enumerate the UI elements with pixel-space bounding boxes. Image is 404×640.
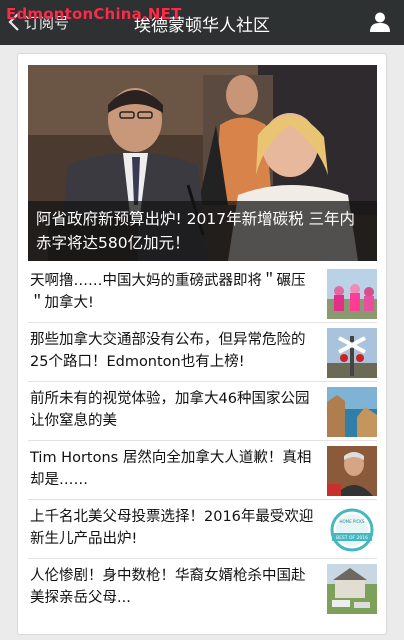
article-card: 阿省政府新预算出炉! 2017年新增碳税 三年内赤字将达580亿加元！ 天啊撸…… <box>17 53 387 635</box>
list-item[interactable]: 那些加拿大交通部没有公布，但异常危险的25个路口！Edmonton也有上榜! <box>28 323 377 382</box>
article-list: 天啊撸……中国大妈的重磅武器即将＂碾压＂加拿大! 那些加拿大交通部没有公布，但异… <box>28 264 377 618</box>
article-title: 天啊撸……中国大妈的重磅武器即将＂碾压＂加拿大! <box>30 273 306 311</box>
user-profile-button[interactable] <box>368 10 392 34</box>
badge-top-text: HOME PICKS <box>340 519 365 524</box>
hero-article[interactable]: 阿省政府新预算出炉! 2017年新增碳税 三年内赤字将达580亿加元！ <box>28 65 377 261</box>
hero-caption: 阿省政府新预算出炉! 2017年新增碳税 三年内赤字将达580亿加元！ <box>28 201 377 261</box>
list-item[interactable]: Tim Hortons 居然向全加拿大人道歉！真相却是…… <box>28 441 377 500</box>
dancing-crowd-thumbnail <box>327 269 377 319</box>
railway-crossing-thumbnail <box>327 328 377 378</box>
article-title: 那些加拿大交通部没有公布，但异常危险的25个路口！Edmonton也有上榜! <box>30 332 306 370</box>
coastline-thumbnail <box>327 387 377 437</box>
top-navigation-bar: EdmontonChina.NET 订阅号 埃德蒙顿华人社区 <box>0 0 404 45</box>
list-item[interactable]: 人伦惨剧！身中数枪！华裔女婿枪杀中国赴美探亲岳父母... <box>28 559 377 618</box>
award-badge-thumbnail: HOME PICKS BEST OF 2016 <box>327 505 377 555</box>
list-item[interactable]: 天啊撸……中国大妈的重磅武器即将＂碾压＂加拿大! <box>28 264 377 323</box>
list-item[interactable]: 前所未有的视觉体验，加拿大46种国家公园让你窒息的美 <box>28 382 377 441</box>
article-title: 上千名北美父母投票选择！2016年最受欢迎新生儿产品出炉! <box>30 509 314 547</box>
user-icon <box>370 12 390 32</box>
article-title: Tim Hortons 居然向全加拿大人道歉！真相却是…… <box>30 450 312 488</box>
watermark: EdmontonChina.NET <box>6 5 182 23</box>
man-portrait-thumbnail <box>327 446 377 496</box>
house-street-thumbnail <box>327 564 377 614</box>
badge-bottom-text: BEST OF 2016 <box>336 535 368 541</box>
list-item[interactable]: 上千名北美父母投票选择！2016年最受欢迎新生儿产品出炉! HOME PICKS… <box>28 500 377 559</box>
article-title: 人伦惨剧！身中数枪！华裔女婿枪杀中国赴美探亲岳父母... <box>30 568 306 606</box>
article-title: 前所未有的视觉体验，加拿大46种国家公园让你窒息的美 <box>30 391 310 429</box>
